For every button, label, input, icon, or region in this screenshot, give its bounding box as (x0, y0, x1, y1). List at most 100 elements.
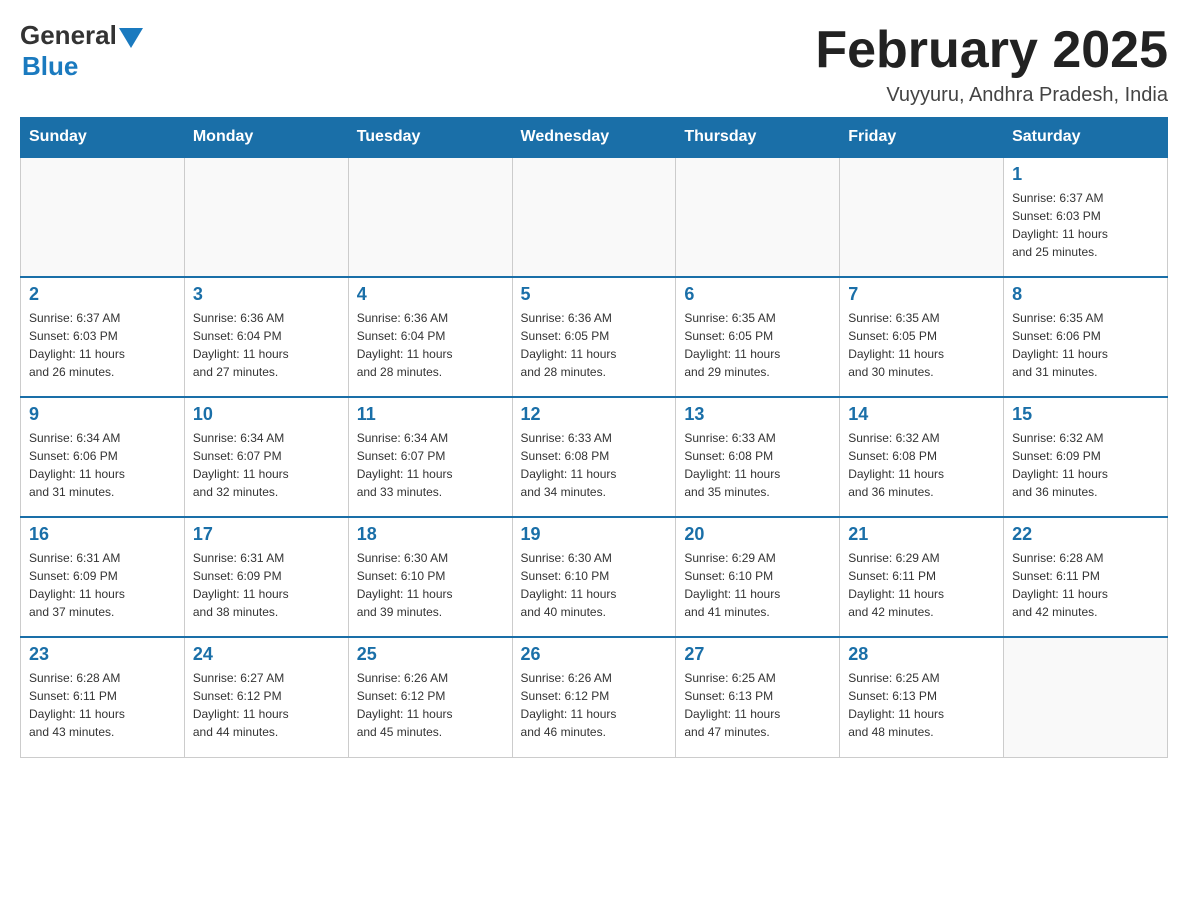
day-info: Sunrise: 6:27 AMSunset: 6:12 PMDaylight:… (193, 669, 340, 741)
calendar-cell: 12 Sunrise: 6:33 AMSunset: 6:08 PMDayligh… (512, 397, 676, 517)
day-number: 12 (521, 404, 668, 425)
day-number: 14 (848, 404, 995, 425)
day-info: Sunrise: 6:30 AMSunset: 6:10 PMDaylight:… (521, 549, 668, 621)
day-info: Sunrise: 6:26 AMSunset: 6:12 PMDaylight:… (521, 669, 668, 741)
calendar-cell: 9 Sunrise: 6:34 AMSunset: 6:06 PMDaylight… (21, 397, 185, 517)
day-info: Sunrise: 6:33 AMSunset: 6:08 PMDaylight:… (521, 429, 668, 501)
logo: General Blue (20, 20, 143, 82)
calendar-title: February 2025 (815, 20, 1168, 80)
calendar-cell (676, 157, 840, 277)
day-number: 27 (684, 644, 831, 665)
logo-blue-text: Blue (22, 51, 78, 82)
day-number: 17 (193, 524, 340, 545)
day-number: 6 (684, 284, 831, 305)
day-info: Sunrise: 6:35 AMSunset: 6:05 PMDaylight:… (848, 309, 995, 381)
day-info: Sunrise: 6:35 AMSunset: 6:06 PMDaylight:… (1012, 309, 1159, 381)
day-number: 21 (848, 524, 995, 545)
day-info: Sunrise: 6:28 AMSunset: 6:11 PMDaylight:… (29, 669, 176, 741)
day-number: 22 (1012, 524, 1159, 545)
day-number: 5 (521, 284, 668, 305)
weekday-header-sunday: Sunday (21, 118, 185, 158)
calendar-cell: 6 Sunrise: 6:35 AMSunset: 6:05 PMDaylight… (676, 277, 840, 397)
week-row-3: 9 Sunrise: 6:34 AMSunset: 6:06 PMDaylight… (21, 397, 1168, 517)
week-row-4: 16Sunrise: 6:31 AMSunset: 6:09 PMDayligh… (21, 517, 1168, 637)
calendar-cell: 27 Sunrise: 6:25 AMSunset: 6:13 PMDayligh… (676, 637, 840, 757)
day-info: Sunrise: 6:31 AMSunset: 6:09 PMDaylight:… (29, 549, 176, 621)
calendar-cell: 10 Sunrise: 6:34 AMSunset: 6:07 PMDayligh… (184, 397, 348, 517)
weekday-header-friday: Friday (840, 118, 1004, 158)
location-label: Vuyyuru, Andhra Pradesh, India (815, 84, 1168, 107)
week-row-2: 2 Sunrise: 6:37 AMSunset: 6:03 PMDaylight… (21, 277, 1168, 397)
day-info: Sunrise: 6:36 AMSunset: 6:05 PMDaylight:… (521, 309, 668, 381)
day-info: Sunrise: 6:36 AMSunset: 6:04 PMDaylight:… (357, 309, 504, 381)
calendar-cell: 7 Sunrise: 6:35 AMSunset: 6:05 PMDaylight… (840, 277, 1004, 397)
day-info: Sunrise: 6:29 AMSunset: 6:10 PMDaylight:… (684, 549, 831, 621)
day-info: Sunrise: 6:29 AMSunset: 6:11 PMDaylight:… (848, 549, 995, 621)
day-info: Sunrise: 6:36 AMSunset: 6:04 PMDaylight:… (193, 309, 340, 381)
logo-triangle-icon (119, 28, 143, 48)
day-info: Sunrise: 6:25 AMSunset: 6:13 PMDaylight:… (684, 669, 831, 741)
day-number: 2 (29, 284, 176, 305)
calendar-cell (21, 157, 185, 277)
day-info: Sunrise: 6:34 AMSunset: 6:07 PMDaylight:… (193, 429, 340, 501)
calendar-table: SundayMondayTuesdayWednesdayThursdayFrid… (20, 117, 1168, 758)
calendar-cell: 17 Sunrise: 6:31 AMSunset: 6:09 PMDayligh… (184, 517, 348, 637)
calendar-cell: 25Sunrise: 6:26 AMSunset: 6:12 PMDayligh… (348, 637, 512, 757)
calendar-cell: 13Sunrise: 6:33 AMSunset: 6:08 PMDayligh… (676, 397, 840, 517)
day-info: Sunrise: 6:28 AMSunset: 6:11 PMDaylight:… (1012, 549, 1159, 621)
calendar-cell: 23 Sunrise: 6:28 AMSunset: 6:11 PMDayligh… (21, 637, 185, 757)
calendar-cell: 2 Sunrise: 6:37 AMSunset: 6:03 PMDaylight… (21, 277, 185, 397)
calendar-cell (348, 157, 512, 277)
day-info: Sunrise: 6:31 AMSunset: 6:09 PMDaylight:… (193, 549, 340, 621)
calendar-cell: 26Sunrise: 6:26 AMSunset: 6:12 PMDayligh… (512, 637, 676, 757)
calendar-cell: 18Sunrise: 6:30 AMSunset: 6:10 PMDayligh… (348, 517, 512, 637)
day-info: Sunrise: 6:37 AMSunset: 6:03 PMDaylight:… (29, 309, 176, 381)
day-info: Sunrise: 6:33 AMSunset: 6:08 PMDaylight:… (684, 429, 831, 501)
page-header: General Blue February 2025 Vuyyuru, Andh… (20, 20, 1168, 107)
calendar-cell: 5 Sunrise: 6:36 AMSunset: 6:05 PMDaylight… (512, 277, 676, 397)
week-row-5: 23 Sunrise: 6:28 AMSunset: 6:11 PMDayligh… (21, 637, 1168, 757)
day-number: 10 (193, 404, 340, 425)
day-number: 23 (29, 644, 176, 665)
day-number: 11 (357, 404, 504, 425)
day-info: Sunrise: 6:26 AMSunset: 6:12 PMDaylight:… (357, 669, 504, 741)
weekday-header-thursday: Thursday (676, 118, 840, 158)
calendar-cell: 20 Sunrise: 6:29 AMSunset: 6:10 PMDayligh… (676, 517, 840, 637)
day-number: 8 (1012, 284, 1159, 305)
calendar-cell: 22 Sunrise: 6:28 AMSunset: 6:11 PMDayligh… (1004, 517, 1168, 637)
calendar-cell: 1 Sunrise: 6:37 AMSunset: 6:03 PMDaylight… (1004, 157, 1168, 277)
calendar-cell: 8 Sunrise: 6:35 AMSunset: 6:06 PMDaylight… (1004, 277, 1168, 397)
day-number: 7 (848, 284, 995, 305)
day-number: 9 (29, 404, 176, 425)
calendar-cell: 3Sunrise: 6:36 AMSunset: 6:04 PMDaylight… (184, 277, 348, 397)
day-info: Sunrise: 6:37 AMSunset: 6:03 PMDaylight:… (1012, 189, 1159, 261)
weekday-header-wednesday: Wednesday (512, 118, 676, 158)
calendar-cell: 4 Sunrise: 6:36 AMSunset: 6:04 PMDaylight… (348, 277, 512, 397)
calendar-cell (512, 157, 676, 277)
day-info: Sunrise: 6:34 AMSunset: 6:06 PMDaylight:… (29, 429, 176, 501)
calendar-cell: 15 Sunrise: 6:32 AMSunset: 6:09 PMDayligh… (1004, 397, 1168, 517)
day-info: Sunrise: 6:35 AMSunset: 6:05 PMDaylight:… (684, 309, 831, 381)
day-number: 20 (684, 524, 831, 545)
day-number: 4 (357, 284, 504, 305)
day-number: 19 (521, 524, 668, 545)
weekday-header-monday: Monday (184, 118, 348, 158)
weekday-header-row: SundayMondayTuesdayWednesdayThursdayFrid… (21, 118, 1168, 158)
weekday-header-saturday: Saturday (1004, 118, 1168, 158)
day-number: 24 (193, 644, 340, 665)
day-number: 28 (848, 644, 995, 665)
calendar-cell: 16Sunrise: 6:31 AMSunset: 6:09 PMDayligh… (21, 517, 185, 637)
day-info: Sunrise: 6:34 AMSunset: 6:07 PMDaylight:… (357, 429, 504, 501)
calendar-cell (1004, 637, 1168, 757)
day-number: 18 (357, 524, 504, 545)
day-number: 15 (1012, 404, 1159, 425)
calendar-cell (184, 157, 348, 277)
day-info: Sunrise: 6:32 AMSunset: 6:08 PMDaylight:… (848, 429, 995, 501)
logo-general-text: General (20, 20, 117, 51)
calendar-cell: 24 Sunrise: 6:27 AMSunset: 6:12 PMDayligh… (184, 637, 348, 757)
day-info: Sunrise: 6:32 AMSunset: 6:09 PMDaylight:… (1012, 429, 1159, 501)
calendar-cell: 28Sunrise: 6:25 AMSunset: 6:13 PMDayligh… (840, 637, 1004, 757)
title-section: February 2025 Vuyyuru, Andhra Pradesh, I… (815, 20, 1168, 107)
calendar-cell: 14 Sunrise: 6:32 AMSunset: 6:08 PMDayligh… (840, 397, 1004, 517)
day-number: 1 (1012, 164, 1159, 185)
